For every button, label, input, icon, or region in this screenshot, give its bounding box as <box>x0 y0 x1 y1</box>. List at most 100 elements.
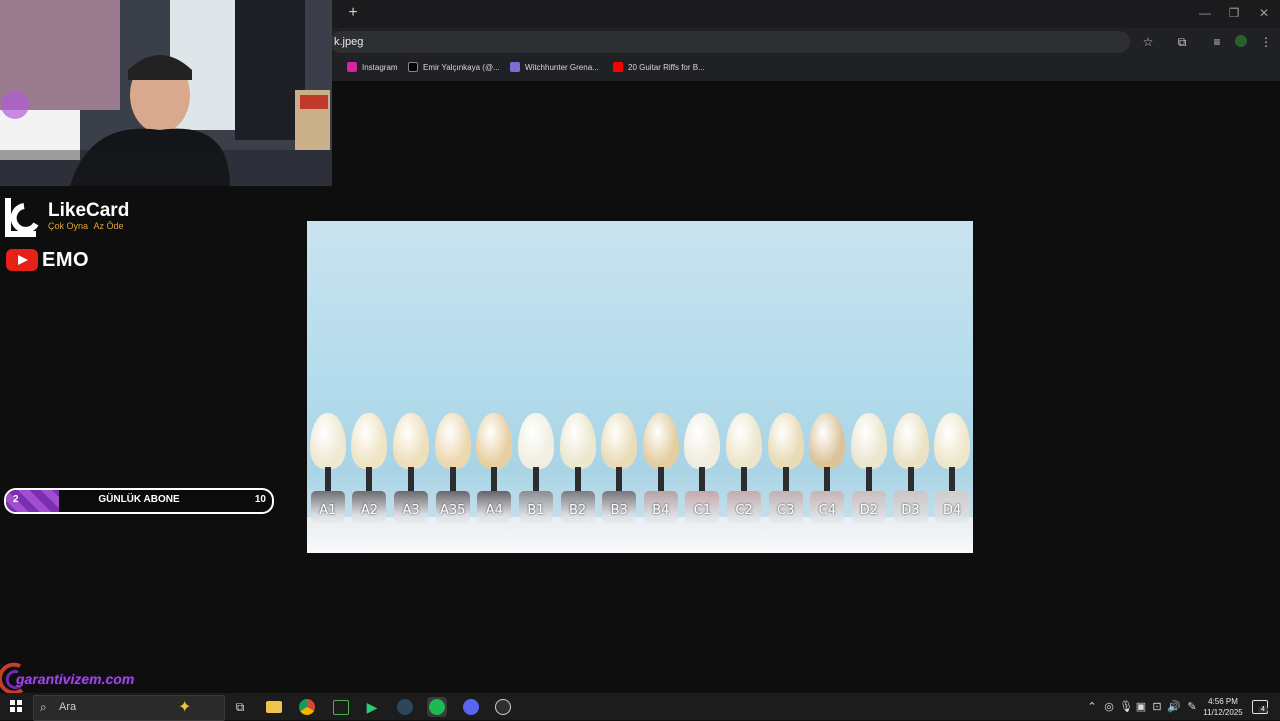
shade-tooth <box>351 413 388 469</box>
bookmark-label: Instagram <box>362 62 398 72</box>
bookmark-youtube[interactable]: 20 Guitar Riffs for B... <box>613 60 705 74</box>
shade-label: C2 <box>735 503 753 518</box>
instagram-icon <box>347 62 357 72</box>
extensions-icon[interactable]: ⧉ <box>1175 35 1189 49</box>
chevron-up-icon[interactable]: ⌃ <box>1086 700 1098 713</box>
shade-tooth <box>809 413 846 469</box>
likecard-tagline-2: Az Öde <box>93 221 124 231</box>
shade-label: B3 <box>610 503 628 518</box>
shade-stem <box>949 467 956 493</box>
url-text[interactable]: k.jpeg <box>334 36 363 48</box>
clock-date: 11/12/2025 <box>1203 708 1243 717</box>
shade-label: B2 <box>568 503 587 518</box>
shade-stem <box>824 467 831 493</box>
discord-icon[interactable] <box>461 697 481 717</box>
bookmark-instagram[interactable]: Instagram <box>347 60 398 74</box>
xbox-icon[interactable] <box>330 697 350 717</box>
file-explorer-icon[interactable] <box>264 697 284 717</box>
shade-label: A4 <box>485 503 503 518</box>
display-icon[interactable]: ▣ <box>1135 700 1147 713</box>
copilot-sparkle-icon[interactable]: ✦ <box>178 697 191 717</box>
bookmark-label: Emir Yalçınkaya (@... <box>423 62 500 72</box>
shade-stem <box>657 467 664 493</box>
shade-label: A1 <box>319 503 337 518</box>
steam-icon[interactable] <box>395 697 415 717</box>
x-icon <box>408 62 418 72</box>
channel-badge: EMO <box>6 249 89 271</box>
chrome-icon[interactable] <box>297 697 317 717</box>
obs-icon[interactable] <box>493 697 513 717</box>
shade-stem <box>741 467 748 493</box>
likecard-title: LikeCard <box>48 200 130 221</box>
shade-stem <box>782 467 789 493</box>
new-tab-button[interactable]: + <box>345 5 361 21</box>
shade-tooth <box>517 413 554 469</box>
shade-label: A3 <box>402 503 420 518</box>
bookmark-x[interactable]: Emir Yalçınkaya (@... <box>408 60 500 74</box>
start-button[interactable] <box>10 700 22 712</box>
youtube-icon <box>613 62 623 72</box>
webcam-image <box>0 0 332 186</box>
shade-tooth <box>892 413 929 469</box>
profile-icon[interactable] <box>1234 35 1248 49</box>
shade-tooth <box>601 413 638 469</box>
shade-stem <box>408 467 415 493</box>
shade-label: D3 <box>901 503 920 518</box>
shield-icon <box>510 62 520 72</box>
shade-tooth <box>850 413 887 469</box>
shade-stem <box>532 467 539 493</box>
shade-tooth <box>434 413 471 469</box>
media-icon[interactable]: ≡ <box>1210 35 1224 49</box>
likecard-logo: LikeCard Çok Oyna Az Öde <box>2 196 182 238</box>
close-button[interactable]: ✕ <box>1257 6 1271 20</box>
volume-icon[interactable]: 🔊 <box>1167 700 1181 713</box>
shade-stem <box>449 467 456 493</box>
system-clock[interactable]: 4:56 PM 11/12/2025 <box>1200 696 1246 718</box>
shade-stem <box>616 467 623 493</box>
restore-button[interactable]: ❐ <box>1227 6 1241 20</box>
shade-label: D4 <box>943 503 962 518</box>
network-icon[interactable]: ⊡ <box>1151 700 1163 713</box>
shade-tooth <box>559 413 596 469</box>
shade-label: C4 <box>818 503 836 518</box>
shade-tooth <box>934 413 971 469</box>
goal-title: GÜNLÜK ABONE <box>98 494 180 505</box>
shade-stem <box>491 467 498 493</box>
likecard-tagline: Çok Oyna Az Öde <box>48 221 124 231</box>
shade-tooth <box>726 413 763 469</box>
shade-label: D2 <box>859 503 879 518</box>
shade-tooth <box>476 413 513 469</box>
shade-label: A35 <box>439 503 466 518</box>
shade-stem <box>699 467 706 493</box>
clock-time: 4:56 PM <box>1208 697 1238 706</box>
shade-label: A2 <box>360 503 379 518</box>
shade-stem <box>324 467 331 493</box>
shade-label: C3 <box>777 503 795 518</box>
goal-target: 10 <box>254 494 266 505</box>
shade-tooth <box>684 413 721 469</box>
tooth-shade-guide-image: A1 A2 A3 A35 A4 B1 B2 B3 B4 C1 C2 C3 C4 D2 D3 D4 <box>307 221 973 553</box>
menu-icon[interactable]: ⋮ <box>1259 35 1273 49</box>
spotify-icon[interactable] <box>427 697 447 717</box>
microphone-icon[interactable]: 🎙 <box>1119 700 1133 713</box>
shade-stem <box>366 467 373 493</box>
pen-icon[interactable]: ✎ <box>1186 700 1198 713</box>
address-bar[interactable] <box>330 31 1130 53</box>
shade-label: B1 <box>527 503 545 518</box>
search-placeholder[interactable]: Ara <box>59 701 76 713</box>
shade-tooth <box>309 413 346 469</box>
shade-label: C1 <box>693 503 712 518</box>
bookmark-label: Witchhunter Grena... <box>525 62 599 72</box>
task-view-icon[interactable]: ⧉ <box>230 697 250 717</box>
shade-tooth <box>393 413 430 469</box>
meet-now-icon[interactable]: ◎ <box>1103 700 1115 713</box>
channel-name: EMO <box>42 248 90 271</box>
youtube-icon <box>6 249 38 271</box>
notification-count: 4 <box>1258 706 1268 713</box>
star-icon[interactable]: ☆ <box>1141 35 1155 49</box>
daily-subscriber-goal: 2 GÜNLÜK ABONE 10 <box>4 488 274 514</box>
streaming-app-icon[interactable]: ▶ <box>362 697 382 717</box>
minimize-button[interactable]: — <box>1198 6 1212 20</box>
bookmark-witchhunter[interactable]: Witchhunter Grena... <box>510 60 599 74</box>
sponsor-text: garantivizem.com <box>16 671 135 687</box>
